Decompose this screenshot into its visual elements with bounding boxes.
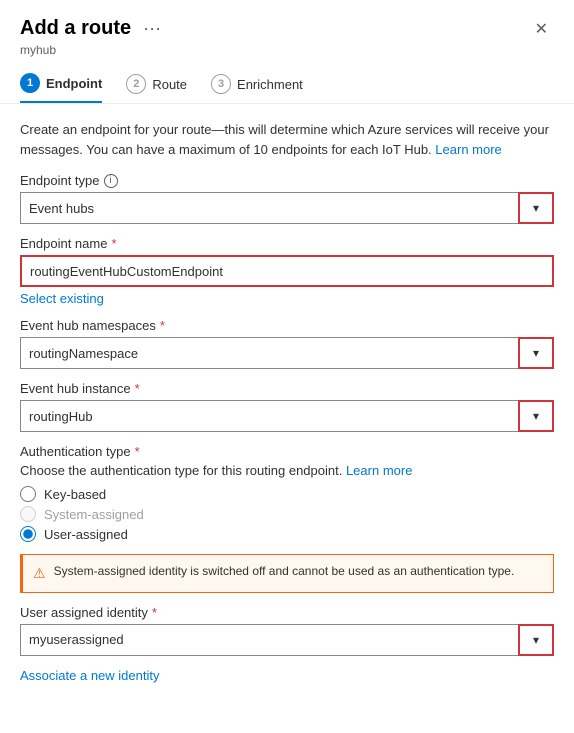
event-hub-namespaces-input[interactable] [20, 337, 554, 369]
step-circle-3: 3 [211, 74, 231, 94]
description-text: Create an endpoint for your route—this w… [20, 120, 554, 159]
event-hub-instance-input[interactable] [20, 400, 554, 432]
step-label-endpoint: Endpoint [46, 76, 102, 91]
authentication-type-label: Authentication type * [20, 444, 554, 459]
event-hub-namespaces-label: Event hub namespaces * [20, 318, 554, 333]
event-hub-namespaces-group: Event hub namespaces * ▾ [20, 318, 554, 369]
step-route[interactable]: 2 Route [126, 66, 187, 102]
endpoint-type-dropdown-wrapper: ▾ [20, 192, 554, 224]
warning-box: ⚠ System-assigned identity is switched o… [20, 554, 554, 593]
radio-system-assigned-input[interactable] [20, 506, 36, 522]
endpoint-type-input[interactable] [20, 192, 554, 224]
warning-icon: ⚠ [33, 564, 46, 584]
authentication-type-required: * [135, 444, 140, 459]
endpoint-type-label: Endpoint type i [20, 173, 554, 188]
title-row: Add a route ··· ✕ [20, 16, 554, 41]
radio-system-assigned: System-assigned [20, 506, 554, 522]
step-endpoint[interactable]: 1 Endpoint [20, 65, 102, 103]
endpoint-type-dropdown-btn[interactable]: ▾ [518, 192, 554, 224]
event-hub-namespaces-dropdown-wrapper: ▾ [20, 337, 554, 369]
event-hub-instance-required: * [135, 381, 140, 396]
step-circle-2: 2 [126, 74, 146, 94]
event-hub-namespaces-dropdown-btn[interactable]: ▾ [518, 337, 554, 369]
endpoint-name-group: Endpoint name * Select existing [20, 236, 554, 306]
radio-key-based-input[interactable] [20, 486, 36, 502]
panel-title: Add a route [20, 17, 131, 40]
event-hub-namespaces-chevron-icon: ▾ [533, 346, 539, 360]
select-existing-link[interactable]: Select existing [20, 291, 104, 306]
endpoint-type-info-icon[interactable]: i [104, 174, 118, 188]
radio-system-assigned-label: System-assigned [44, 507, 144, 522]
endpoint-name-required: * [111, 236, 116, 251]
step-label-enrichment: Enrichment [237, 77, 303, 92]
user-assigned-identity-required: * [152, 605, 157, 620]
steps-row: 1 Endpoint 2 Route 3 Enrichment [20, 65, 554, 103]
endpoint-name-label: Endpoint name * [20, 236, 554, 251]
event-hub-instance-label: Event hub instance * [20, 381, 554, 396]
panel-body: Create an endpoint for your route—this w… [0, 104, 574, 699]
warning-text: System-assigned identity is switched off… [54, 563, 515, 580]
add-route-panel: Add a route ··· ✕ myhub 1 Endpoint 2 Rou… [0, 0, 574, 733]
endpoint-name-input[interactable] [20, 255, 554, 287]
endpoint-type-group: Endpoint type i ▾ [20, 173, 554, 224]
authentication-type-description: Choose the authentication type for this … [20, 463, 554, 478]
associate-new-identity-link[interactable]: Associate a new identity [20, 668, 159, 683]
event-hub-instance-dropdown-btn[interactable]: ▾ [518, 400, 554, 432]
step-label-route: Route [152, 77, 187, 92]
panel-header: Add a route ··· ✕ myhub 1 Endpoint 2 Rou… [0, 0, 574, 104]
ellipsis-icon[interactable]: ··· [139, 16, 165, 41]
authentication-radio-group: Key-based System-assigned User-assigned [20, 486, 554, 542]
learn-more-link[interactable]: Learn more [435, 142, 501, 157]
event-hub-instance-group: Event hub instance * ▾ [20, 381, 554, 432]
user-assigned-identity-label: User assigned identity * [20, 605, 554, 620]
radio-key-based: Key-based [20, 486, 554, 502]
endpoint-type-chevron-icon: ▾ [533, 201, 539, 215]
authentication-type-section: Authentication type * Choose the authent… [20, 444, 554, 542]
user-assigned-identity-group: User assigned identity * ▾ [20, 605, 554, 656]
close-icon[interactable]: ✕ [529, 17, 554, 41]
authentication-learn-more-link[interactable]: Learn more [346, 463, 412, 478]
user-assigned-identity-dropdown-wrapper: ▾ [20, 624, 554, 656]
event-hub-instance-dropdown-wrapper: ▾ [20, 400, 554, 432]
step-circle-1: 1 [20, 73, 40, 93]
event-hub-namespaces-required: * [160, 318, 165, 333]
user-assigned-identity-input[interactable] [20, 624, 554, 656]
radio-user-assigned-label[interactable]: User-assigned [44, 527, 128, 542]
step-enrichment[interactable]: 3 Enrichment [211, 66, 303, 102]
radio-key-based-label[interactable]: Key-based [44, 487, 106, 502]
user-assigned-identity-chevron-icon: ▾ [533, 633, 539, 647]
event-hub-instance-chevron-icon: ▾ [533, 409, 539, 423]
user-assigned-identity-dropdown-btn[interactable]: ▾ [518, 624, 554, 656]
radio-user-assigned: User-assigned [20, 526, 554, 542]
panel-subtitle: myhub [20, 43, 554, 57]
radio-user-assigned-input[interactable] [20, 526, 36, 542]
